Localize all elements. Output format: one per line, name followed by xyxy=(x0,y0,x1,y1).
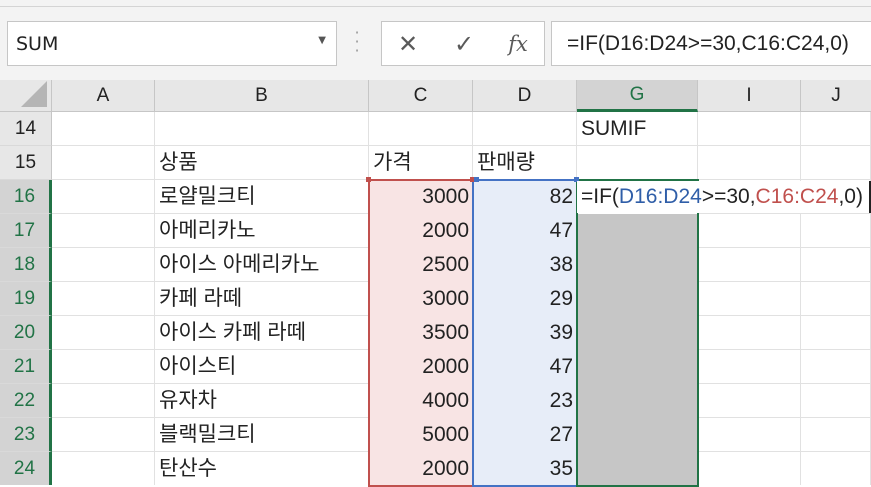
cell-i14[interactable] xyxy=(698,112,801,146)
row-header-23[interactable]: 23 xyxy=(0,418,52,452)
column-header-j[interactable]: J xyxy=(801,80,871,112)
cell-i23[interactable] xyxy=(698,418,801,452)
cell-a21[interactable] xyxy=(52,350,155,384)
cell-b15[interactable]: 상품 xyxy=(155,146,369,180)
cell-d14[interactable] xyxy=(473,112,577,146)
close-icon[interactable]: ✕ xyxy=(390,28,426,60)
column-header-i[interactable]: I xyxy=(698,80,801,112)
cell-b19[interactable]: 카페 라떼 xyxy=(155,282,369,316)
cell-j17[interactable] xyxy=(801,214,871,248)
row-header-16[interactable]: 16 xyxy=(0,180,52,214)
selection-outline-g16-g24 xyxy=(576,179,699,487)
row-header-19[interactable]: 19 xyxy=(0,282,52,316)
row-header-21[interactable]: 21 xyxy=(0,350,52,384)
cell-b24[interactable]: 탄산수 xyxy=(155,452,369,485)
insert-function-button[interactable]: fx xyxy=(500,28,536,60)
cell-b21[interactable]: 아이스티 xyxy=(155,350,369,384)
spreadsheet-grid: A B C D G I J 14 SUMIF 15 상품 가격 판매량 16 로… xyxy=(0,80,871,487)
cell-i18[interactable] xyxy=(698,248,801,282)
cell-j14[interactable] xyxy=(801,112,871,146)
cell-j23[interactable] xyxy=(801,418,871,452)
cell-i15[interactable] xyxy=(698,146,801,180)
column-header-c[interactable]: C xyxy=(369,80,473,112)
range-handle-icon[interactable] xyxy=(366,177,371,182)
grip-icon[interactable]: · · · xyxy=(352,25,362,59)
cell-i22[interactable] xyxy=(698,384,801,418)
name-box[interactable]: SUM ▼ xyxy=(7,21,337,66)
row-header-20[interactable]: 20 xyxy=(0,316,52,350)
cell-a15[interactable] xyxy=(52,146,155,180)
cell-j21[interactable] xyxy=(801,350,871,384)
cell-g14[interactable]: SUMIF xyxy=(577,112,698,146)
range-handle-icon[interactable] xyxy=(474,177,479,182)
row-header-14[interactable]: 14 xyxy=(0,112,52,146)
ribbon-remnant xyxy=(0,0,871,7)
cell-a19[interactable] xyxy=(52,282,155,316)
column-header-g[interactable]: G xyxy=(577,80,698,112)
cell-b14[interactable] xyxy=(155,112,369,146)
cell-j15[interactable] xyxy=(801,146,871,180)
cell-c14[interactable] xyxy=(369,112,473,146)
cell-i21[interactable] xyxy=(698,350,801,384)
row-header-17[interactable]: 17 xyxy=(0,214,52,248)
cell-j24[interactable] xyxy=(801,452,871,485)
cell-b18[interactable]: 아이스 아메리카노 xyxy=(155,248,369,282)
cell-i17[interactable] xyxy=(698,214,801,248)
editor-ref-d: D16:D24 xyxy=(618,185,702,208)
cell-a20[interactable] xyxy=(52,316,155,350)
cell-d15[interactable]: 판매량 xyxy=(473,146,577,180)
editor-suffix: ,0) xyxy=(838,185,863,208)
column-header-b[interactable]: B xyxy=(155,80,369,112)
cell-b16[interactable]: 로얄밀크티 xyxy=(155,180,369,214)
cell-j19[interactable] xyxy=(801,282,871,316)
cell-a16[interactable] xyxy=(52,180,155,214)
cell-a14[interactable] xyxy=(52,112,155,146)
select-all-corner[interactable] xyxy=(0,80,52,112)
editor-prefix: =IF( xyxy=(581,185,619,208)
cell-j20[interactable] xyxy=(801,316,871,350)
formula-buttons: ✕ ✓ fx xyxy=(381,21,545,66)
row-header-15[interactable]: 15 xyxy=(0,146,52,180)
cell-b20[interactable]: 아이스 카페 라떼 xyxy=(155,316,369,350)
cell-a18[interactable] xyxy=(52,248,155,282)
cell-g15[interactable] xyxy=(577,146,698,180)
cell-i20[interactable] xyxy=(698,316,801,350)
cell-j18[interactable] xyxy=(801,248,871,282)
column-header-d[interactable]: D xyxy=(473,80,577,112)
corner-triangle-icon xyxy=(21,81,47,107)
cell-a17[interactable] xyxy=(52,214,155,248)
checkmark-icon[interactable]: ✓ xyxy=(446,28,482,60)
chevron-down-icon[interactable]: ▼ xyxy=(318,35,326,46)
cell-i24[interactable] xyxy=(698,452,801,485)
cell-j22[interactable] xyxy=(801,384,871,418)
editor-middle: >=30, xyxy=(701,185,756,208)
cell-c15[interactable]: 가격 xyxy=(369,146,473,180)
cell-b23[interactable]: 블랙밀크티 xyxy=(155,418,369,452)
cell-a22[interactable] xyxy=(52,384,155,418)
row-header-24[interactable]: 24 xyxy=(0,452,52,485)
column-header-a[interactable]: A xyxy=(52,80,155,112)
formula-input[interactable]: =IF(D16:D24>=30,C16:C24,0) xyxy=(551,21,871,66)
cell-a24[interactable] xyxy=(52,452,155,485)
cell-a23[interactable] xyxy=(52,418,155,452)
cell-b22[interactable]: 유자차 xyxy=(155,384,369,418)
range-outline-d16-d24 xyxy=(472,179,578,487)
range-outline-c16-c24 xyxy=(368,179,474,487)
cell-i19[interactable] xyxy=(698,282,801,316)
cell-editor-g16[interactable]: =IF(D16:D24>=30,C16:C24,0) xyxy=(577,181,871,213)
row-header-22[interactable]: 22 xyxy=(0,384,52,418)
cell-b17[interactable]: 아메리카노 xyxy=(155,214,369,248)
name-box-value: SUM xyxy=(16,33,59,55)
row-header-18[interactable]: 18 xyxy=(0,248,52,282)
editor-ref-c: C16:C24 xyxy=(755,185,839,208)
